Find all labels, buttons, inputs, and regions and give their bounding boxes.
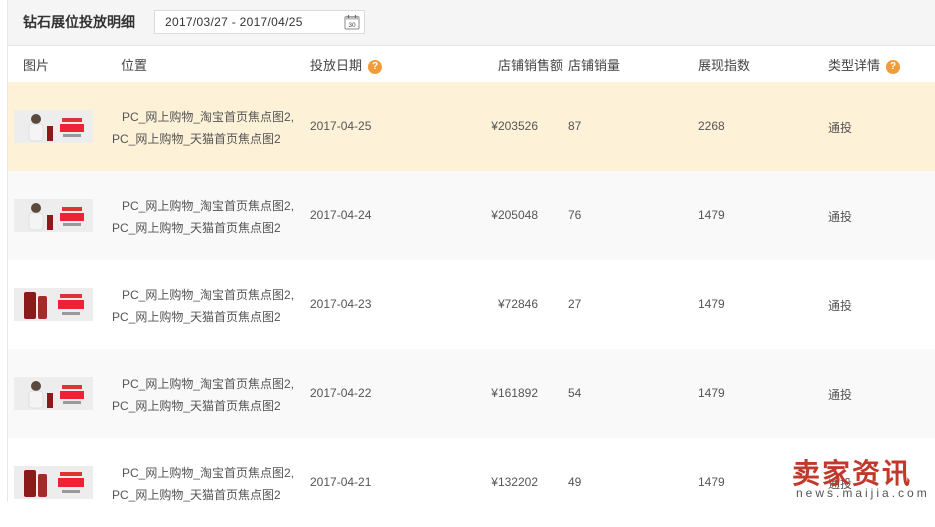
watermark-url: news.maijia.com <box>796 486 930 500</box>
col-type-label: 类型详情 <box>828 58 881 73</box>
help-icon[interactable]: ? <box>368 60 383 74</box>
calendar-day: 30 <box>348 22 356 29</box>
position-line-2: PC_网上购物_天猫首页焦点图2 <box>112 132 281 146</box>
col-sales: 店铺销售额 <box>498 58 564 73</box>
table-header: 图片 位置 投放日期? 店铺销售额 店铺销量 展现指数 类型详情? <box>8 46 935 83</box>
position-line-2: PC_网上购物_天猫首页焦点图2 <box>112 310 281 324</box>
volume-cell: 76 <box>568 208 582 222</box>
table-row[interactable]: PC_网上购物_淘宝首页焦点图2, PC_网上购物_天猫首页焦点图2 2017-… <box>8 171 935 260</box>
ad-banner-image <box>14 466 93 499</box>
sales-cell: ¥203526 <box>491 119 538 133</box>
page: 钻石展位投放明细 2017/03/27 - 2017/04/25 30 图片 位… <box>7 0 935 527</box>
position-line-1: PC_网上购物_淘宝首页焦点图2, <box>122 466 295 480</box>
help-icon[interactable]: ? <box>886 60 901 74</box>
date-range-picker[interactable]: 2017/03/27 - 2017/04/25 30 <box>154 10 365 34</box>
ad-banner-image <box>14 288 93 321</box>
sales-cell: ¥132202 <box>491 475 538 489</box>
index-cell: 1479 <box>698 208 725 222</box>
index-cell: 2268 <box>698 119 725 133</box>
position-line-2: PC_网上购物_天猫首页焦点图2 <box>112 399 281 413</box>
ad-banner-image <box>14 199 93 232</box>
index-cell: 1479 <box>698 297 725 311</box>
calendar-icon[interactable]: 30 <box>344 14 360 30</box>
col-index: 展现指数 <box>698 58 751 73</box>
type-cell: 通投 <box>828 121 853 135</box>
table-row[interactable]: PC_网上购物_淘宝首页焦点图2, PC_网上购物_天猫首页焦点图2 2017-… <box>8 82 935 171</box>
table-row[interactable]: PC_网上购物_淘宝首页焦点图2, PC_网上购物_天猫首页焦点图2 2017-… <box>8 260 935 349</box>
position-line-2: PC_网上购物_天猫首页焦点图2 <box>112 488 281 502</box>
ad-thumbnail[interactable] <box>14 110 93 143</box>
watermark: 卖家资讯 news.maijia.com <box>786 452 935 502</box>
position-line-1: PC_网上购物_淘宝首页焦点图2, <box>122 199 295 213</box>
position-line-1: PC_网上购物_淘宝首页焦点图2, <box>122 288 295 302</box>
ad-thumbnail[interactable] <box>14 288 93 321</box>
sales-cell: ¥72846 <box>497 297 538 311</box>
page-title: 钻石展位投放明细 <box>23 14 135 30</box>
sales-cell: ¥161892 <box>491 386 538 400</box>
col-type: 类型详情? <box>828 55 901 74</box>
table-row[interactable]: PC_网上购物_淘宝首页焦点图2, PC_网上购物_天猫首页焦点图2 2017-… <box>8 349 935 438</box>
ad-thumbnail[interactable] <box>14 199 93 232</box>
position-line-1: PC_网上购物_淘宝首页焦点图2, <box>122 377 295 391</box>
col-position: 位置 <box>121 58 148 73</box>
col-image: 图片 <box>23 58 50 73</box>
volume-cell: 49 <box>568 475 582 489</box>
index-cell: 1479 <box>698 475 725 489</box>
ad-thumbnail[interactable] <box>14 377 93 410</box>
ad-banner-image <box>14 110 93 143</box>
ad-thumbnail[interactable] <box>14 466 93 499</box>
type-cell: 通投 <box>828 210 853 224</box>
col-date: 投放日期? <box>310 55 383 74</box>
position-line-1: PC_网上购物_淘宝首页焦点图2, <box>122 110 295 124</box>
date-range-value: 2017/03/27 - 2017/04/25 <box>165 15 303 29</box>
date-cell: 2017-04-24 <box>310 208 372 222</box>
toolbar: 钻石展位投放明细 2017/03/27 - 2017/04/25 30 <box>8 0 935 46</box>
volume-cell: 27 <box>568 297 582 311</box>
position-line-2: PC_网上购物_天猫首页焦点图2 <box>112 221 281 235</box>
date-cell: 2017-04-23 <box>310 297 372 311</box>
ad-banner-image <box>14 377 93 410</box>
date-cell: 2017-04-21 <box>310 475 372 489</box>
volume-cell: 54 <box>568 386 582 400</box>
col-date-label: 投放日期 <box>310 58 363 73</box>
date-cell: 2017-04-25 <box>310 119 372 133</box>
volume-cell: 87 <box>568 119 582 133</box>
date-cell: 2017-04-22 <box>310 386 372 400</box>
type-cell: 通投 <box>828 299 853 313</box>
sales-cell: ¥205048 <box>491 208 538 222</box>
col-volume: 店铺销量 <box>568 58 621 73</box>
type-cell: 通投 <box>828 388 853 402</box>
index-cell: 1479 <box>698 386 725 400</box>
